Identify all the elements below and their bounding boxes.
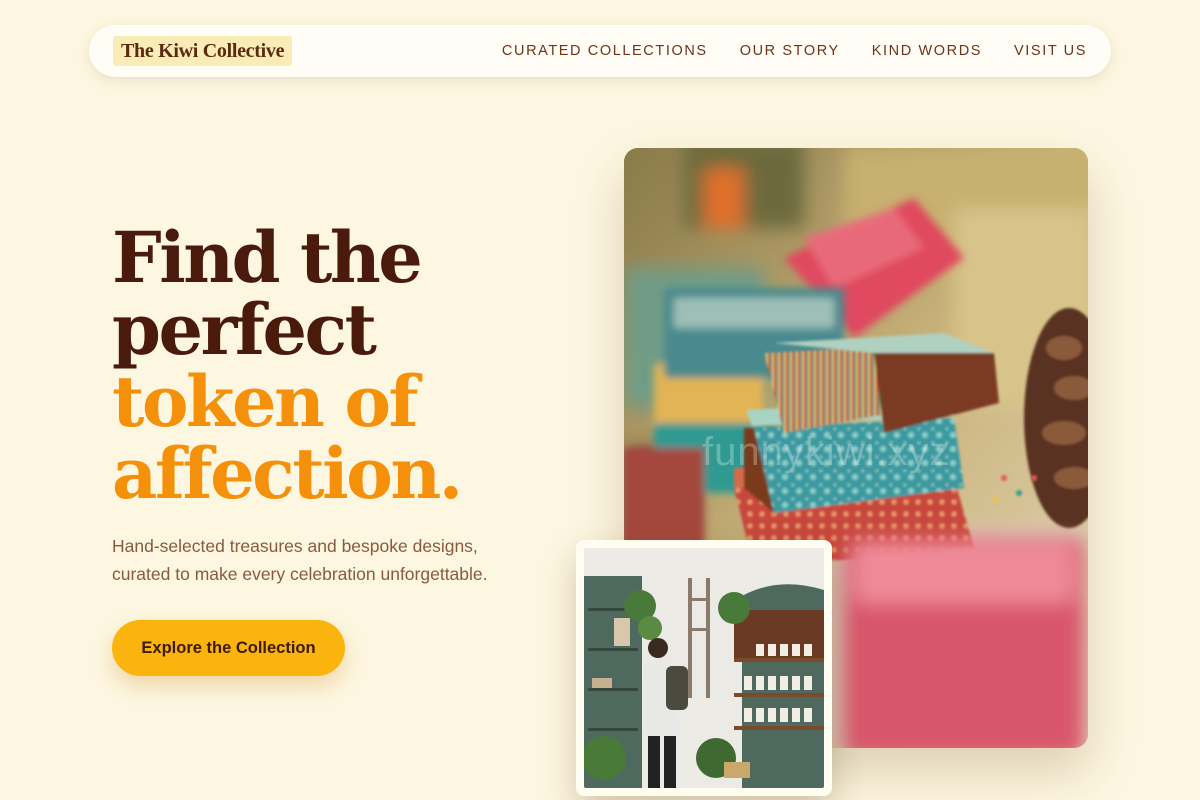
- shop-interior-photo-frame: [576, 540, 832, 796]
- headline-line-1: Find the: [112, 216, 423, 299]
- headline-accent-line-2: affection.: [112, 432, 463, 515]
- nav-link-kind-words[interactable]: KIND WORDS: [872, 43, 982, 59]
- headline-line-2: perfect: [112, 288, 377, 371]
- nav-links: CURATED COLLECTIONS OUR STORY KIND WORDS…: [470, 25, 1087, 77]
- hero-subtext: Hand-selected treasures and bespoke desi…: [112, 532, 552, 588]
- shop-interior-illustration: [584, 548, 824, 788]
- nav-link-curated-collections[interactable]: CURATED COLLECTIONS: [502, 43, 708, 59]
- top-navigation: The Kiwi Collective CURATED COLLECTIONS …: [89, 25, 1111, 77]
- subtext-line-1: Hand-selected treasures and bespoke desi…: [112, 536, 478, 556]
- subtext-line-2: curated to make every celebration unforg…: [112, 564, 488, 584]
- nav-link-visit-us[interactable]: VISIT US: [1014, 43, 1087, 59]
- nav-link-our-story[interactable]: OUR STORY: [740, 43, 840, 59]
- explore-collection-button[interactable]: Explore the Collection: [112, 620, 345, 676]
- image-watermark: funnykiwi.xyz: [702, 430, 951, 474]
- hero-headline: Find the perfect token of affection.: [112, 222, 572, 510]
- headline-accent-line-1: token of: [112, 360, 419, 443]
- brand-logo[interactable]: The Kiwi Collective: [113, 36, 293, 66]
